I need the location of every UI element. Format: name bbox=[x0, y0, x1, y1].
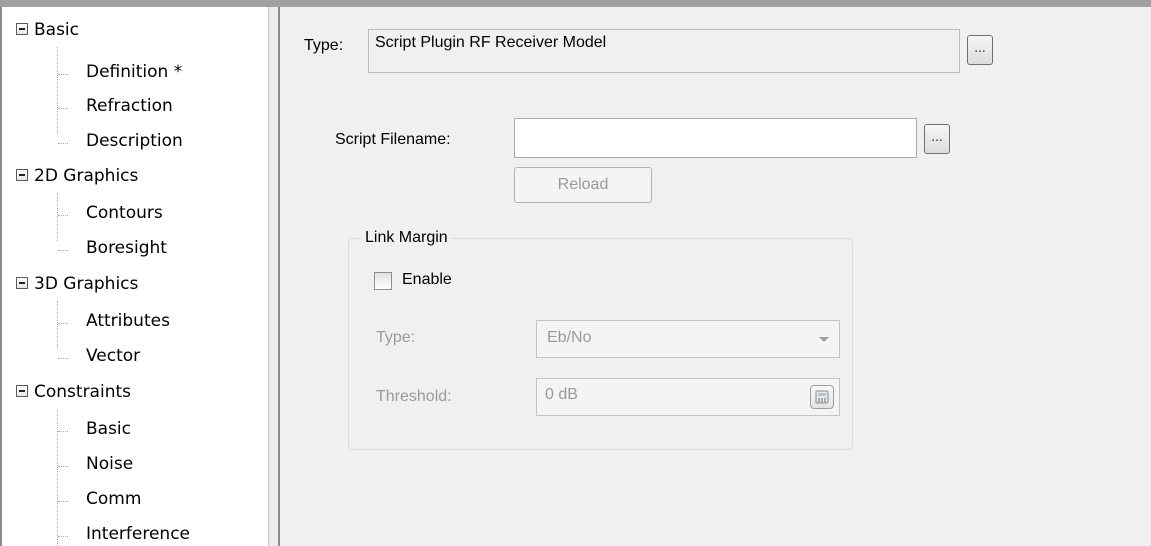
tree-item-description[interactable]: Description bbox=[2, 128, 268, 162]
tree-item-boresight[interactable]: Boresight bbox=[2, 235, 268, 269]
tree-item-basic-constraints[interactable]: Basic bbox=[2, 416, 268, 450]
script-filename-label: Script Filename: bbox=[335, 131, 451, 148]
link-type-label: Type: bbox=[376, 329, 416, 346]
tree-item-comm[interactable]: Comm bbox=[2, 486, 268, 520]
threshold-value: 0 dB bbox=[545, 386, 578, 403]
tree-group-basic[interactable]: Basic bbox=[2, 17, 268, 51]
dropdown-arrow-icon bbox=[819, 337, 829, 342]
link-margin-title: Link Margin bbox=[362, 229, 451, 247]
tree-item-definition[interactable]: Definition * bbox=[2, 59, 268, 93]
type-label: Type: bbox=[304, 37, 344, 54]
properties-panel: Type: Script Plugin RF Receiver Model ..… bbox=[280, 7, 1151, 546]
link-type-select[interactable]: Eb/No bbox=[536, 320, 840, 358]
threshold-input[interactable]: 0 dB bbox=[536, 378, 840, 416]
window-top-border bbox=[0, 0, 1151, 7]
calculator-icon[interactable] bbox=[810, 385, 834, 409]
tree-group-constraints[interactable]: Constraints bbox=[2, 379, 268, 413]
tree-item-contours[interactable]: Contours bbox=[2, 200, 268, 234]
collapse-icon[interactable] bbox=[16, 23, 28, 35]
script-browse-button[interactable]: ... bbox=[924, 124, 950, 154]
panel-splitter[interactable] bbox=[268, 7, 280, 546]
enable-label[interactable]: Enable bbox=[402, 271, 452, 289]
enable-checkbox[interactable] bbox=[374, 272, 392, 290]
type-browse-button[interactable]: ... bbox=[967, 35, 993, 65]
threshold-label: Threshold: bbox=[376, 388, 452, 405]
tree-group-2d-graphics[interactable]: 2D Graphics bbox=[2, 163, 268, 197]
tree-item-attributes[interactable]: Attributes bbox=[2, 308, 268, 342]
collapse-icon[interactable] bbox=[16, 277, 28, 289]
collapse-icon[interactable] bbox=[16, 385, 28, 397]
type-value-field: Script Plugin RF Receiver Model bbox=[368, 29, 960, 73]
link-type-value: Eb/No bbox=[547, 329, 592, 346]
tree-item-vector[interactable]: Vector bbox=[2, 343, 268, 377]
tree-item-noise[interactable]: Noise bbox=[2, 451, 268, 485]
property-tree: Basic Definition * Refraction Descriptio… bbox=[0, 7, 268, 546]
tree-item-refraction[interactable]: Refraction bbox=[2, 93, 268, 127]
tree-item-interference[interactable]: Interference bbox=[2, 521, 268, 546]
collapse-icon[interactable] bbox=[16, 169, 28, 181]
tree-group-3d-graphics[interactable]: 3D Graphics bbox=[2, 271, 268, 305]
reload-button[interactable]: Reload bbox=[514, 167, 652, 203]
script-filename-input[interactable] bbox=[514, 118, 917, 158]
